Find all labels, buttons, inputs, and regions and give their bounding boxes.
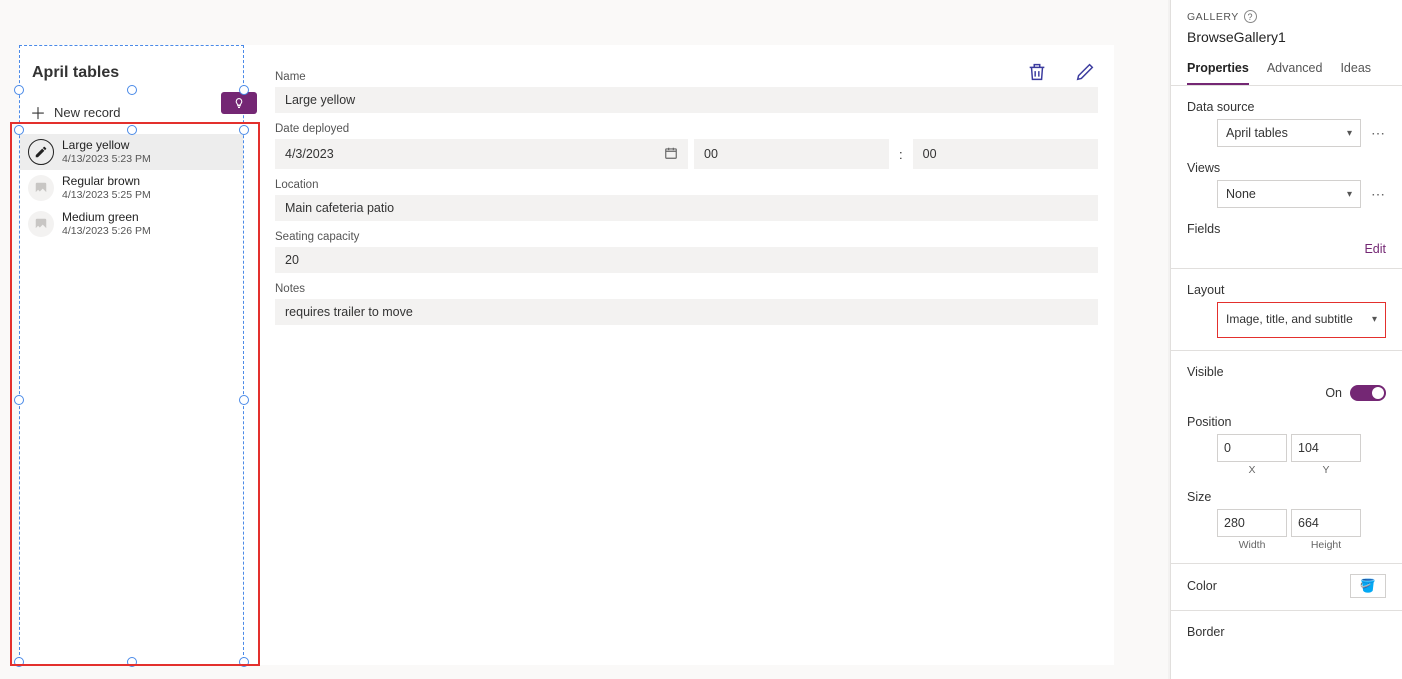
- label-fields: Fields: [1187, 222, 1386, 236]
- layout-select[interactable]: Image, title, and subtitle ▾: [1217, 302, 1386, 338]
- paint-bucket-icon: 🪣: [1360, 578, 1376, 594]
- ideas-bulb-icon[interactable]: [221, 92, 257, 114]
- position-y-input[interactable]: [1291, 434, 1361, 462]
- tab-ideas[interactable]: Ideas: [1340, 55, 1371, 85]
- panel-header: GALLERY ?: [1187, 10, 1386, 23]
- help-icon[interactable]: ?: [1244, 10, 1257, 23]
- pencil-icon: [28, 139, 54, 165]
- more-icon[interactable]: ⋯: [1371, 125, 1386, 142]
- hour-field[interactable]: 00: [694, 139, 889, 169]
- chevron-down-icon: ▾: [1347, 189, 1352, 200]
- plus-icon: ＋: [30, 100, 46, 124]
- label-date-deployed: Date deployed: [275, 123, 1098, 135]
- app-card: April tables ＋ New record Large yellow 4…: [19, 45, 1114, 665]
- label-datasource: Data source: [1187, 100, 1386, 114]
- detail-form: Name Large yellow Date deployed 4/3/2023…: [259, 45, 1114, 665]
- label-visible: Visible: [1187, 365, 1386, 379]
- label-name: Name: [275, 71, 1098, 83]
- list-item[interactable]: Medium green 4/13/2023 5:26 PM: [20, 206, 243, 242]
- item-subtitle: 4/13/2023 5:26 PM: [62, 225, 151, 237]
- date-field[interactable]: 4/3/2023: [275, 139, 688, 169]
- gallery-title: April tables: [20, 46, 243, 96]
- value-seating: 20: [275, 247, 1098, 273]
- minute-field[interactable]: 00: [913, 139, 1098, 169]
- visible-toggle[interactable]: [1350, 385, 1386, 401]
- label-color: Color: [1187, 579, 1217, 593]
- new-record-label: New record: [54, 105, 120, 120]
- value-notes: requires trailer to move: [275, 299, 1098, 325]
- item-title: Medium green: [62, 211, 151, 225]
- label-views: Views: [1187, 161, 1386, 175]
- label-position: Position: [1187, 415, 1386, 429]
- color-picker[interactable]: 🪣: [1350, 574, 1386, 598]
- canvas-area: April tables ＋ New record Large yellow 4…: [0, 0, 1168, 679]
- new-record-row[interactable]: ＋ New record: [20, 96, 243, 134]
- list-item[interactable]: Large yellow 4/13/2023 5:23 PM: [20, 134, 243, 170]
- more-icon[interactable]: ⋯: [1371, 186, 1386, 203]
- value-name: Large yellow: [275, 87, 1098, 113]
- image-placeholder-icon: [28, 211, 54, 237]
- edit-icon[interactable]: [1074, 61, 1096, 88]
- item-subtitle: 4/13/2023 5:23 PM: [62, 153, 151, 165]
- value-location: Main cafeteria patio: [275, 195, 1098, 221]
- chevron-down-icon: ▾: [1347, 128, 1352, 139]
- label-layout: Layout: [1187, 283, 1386, 297]
- item-title: Regular brown: [62, 175, 151, 189]
- label-size: Size: [1187, 490, 1386, 504]
- size-width-input[interactable]: [1217, 509, 1287, 537]
- datasource-select[interactable]: April tables ▾: [1217, 119, 1361, 147]
- calendar-icon: [664, 146, 678, 163]
- chevron-down-icon: ▾: [1372, 314, 1377, 326]
- image-placeholder-icon: [28, 175, 54, 201]
- visible-state: On: [1325, 386, 1342, 400]
- list-item[interactable]: Regular brown 4/13/2023 5:25 PM: [20, 170, 243, 206]
- fields-edit-link[interactable]: Edit: [1187, 242, 1386, 256]
- label-border: Border: [1187, 625, 1386, 639]
- tab-advanced[interactable]: Advanced: [1267, 55, 1323, 85]
- item-subtitle: 4/13/2023 5:25 PM: [62, 189, 151, 201]
- size-height-input[interactable]: [1291, 509, 1361, 537]
- position-x-input[interactable]: [1217, 434, 1287, 462]
- delete-icon[interactable]: [1026, 61, 1048, 88]
- tab-properties[interactable]: Properties: [1187, 55, 1249, 85]
- browse-gallery[interactable]: April tables ＋ New record Large yellow 4…: [19, 45, 244, 665]
- control-name: BrowseGallery1: [1187, 29, 1386, 45]
- properties-panel: GALLERY ? BrowseGallery1 Properties Adva…: [1170, 0, 1402, 679]
- label-location: Location: [275, 179, 1098, 191]
- views-select[interactable]: None ▾: [1217, 180, 1361, 208]
- record-list: Large yellow 4/13/2023 5:23 PM Regular b…: [20, 134, 243, 242]
- panel-tabs: Properties Advanced Ideas: [1171, 55, 1402, 86]
- time-separator: :: [895, 147, 907, 162]
- label-notes: Notes: [275, 283, 1098, 295]
- label-seating: Seating capacity: [275, 231, 1098, 243]
- item-title: Large yellow: [62, 139, 151, 153]
